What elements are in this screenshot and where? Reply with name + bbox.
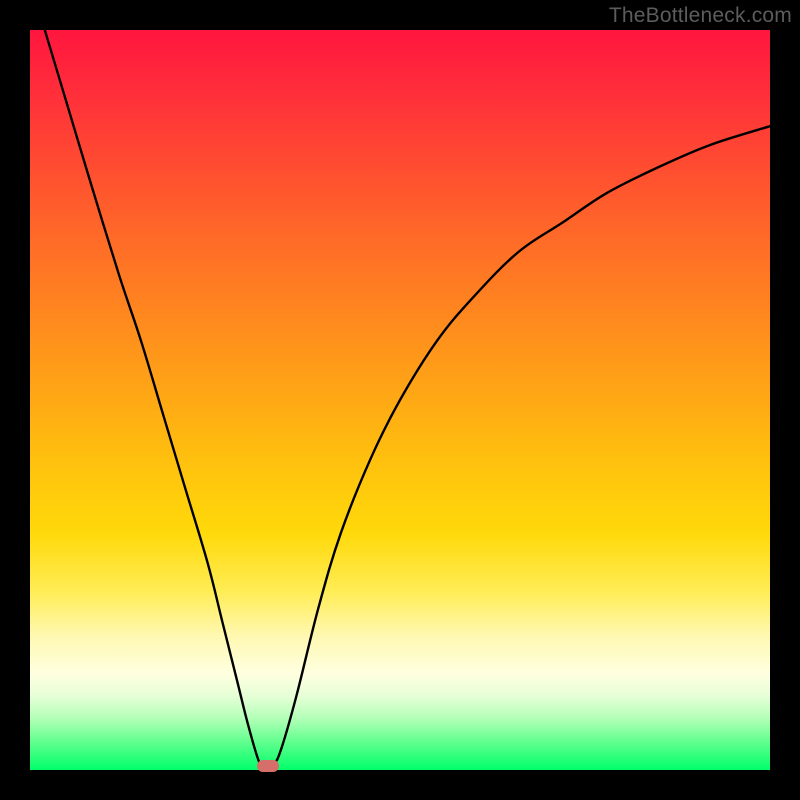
plot-area <box>30 30 770 770</box>
curve-svg <box>30 30 770 770</box>
optimum-marker <box>257 760 279 772</box>
watermark-text: TheBottleneck.com <box>609 4 792 28</box>
bottleneck-curve <box>45 30 770 769</box>
chart-frame: TheBottleneck.com <box>0 0 800 800</box>
